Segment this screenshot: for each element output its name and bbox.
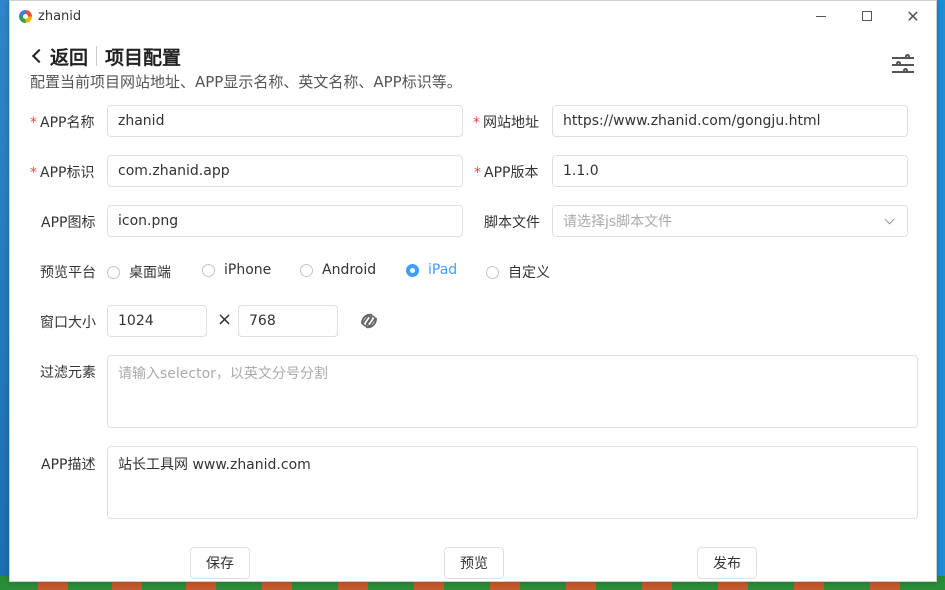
script-file-label: 脚本文件 bbox=[484, 215, 540, 231]
radio-circle-icon bbox=[202, 263, 215, 277]
filter-textarea[interactable]: 请输入selector，以英文分号分割 bbox=[107, 355, 918, 428]
radio-circle-icon bbox=[107, 265, 120, 279]
window-size-label: 窗口大小 bbox=[40, 315, 96, 331]
minimize-button[interactable] bbox=[798, 1, 844, 31]
radio-desktop[interactable]: 桌面端 bbox=[107, 262, 171, 282]
title-bar: zhanid ✕ bbox=[10, 1, 936, 31]
window-width-input[interactable]: 1024 bbox=[107, 305, 207, 337]
times-sign: × bbox=[217, 309, 233, 330]
preview-button[interactable]: 预览 bbox=[444, 547, 504, 579]
radio-iphone[interactable]: iPhone bbox=[202, 262, 271, 278]
website-input[interactable]: https://www.zhanid.com/gongju.html bbox=[552, 105, 908, 137]
script-file-select[interactable]: 请选择js脚本文件 bbox=[552, 205, 908, 237]
filter-label: 过滤元素 bbox=[40, 365, 96, 381]
radio-custom[interactable]: 自定义 bbox=[486, 262, 550, 282]
app-version-input[interactable]: 1.1.0 bbox=[552, 155, 908, 187]
close-button[interactable]: ✕ bbox=[890, 1, 936, 31]
window-controls: ✕ bbox=[798, 1, 936, 31]
description-textarea[interactable]: 站长工具网 www.zhanid.com bbox=[107, 446, 918, 519]
app-icon-input[interactable]: icon.png bbox=[107, 205, 463, 237]
app-id-input[interactable]: com.zhanid.app bbox=[107, 155, 463, 187]
settings-sliders-icon[interactable] bbox=[892, 54, 914, 75]
header-divider bbox=[96, 46, 98, 66]
close-icon: ✕ bbox=[906, 6, 920, 26]
app-name-label: * APP名称 bbox=[30, 115, 95, 131]
back-button[interactable]: 返回 bbox=[30, 43, 88, 70]
app-name-input[interactable]: zhanid bbox=[107, 105, 463, 137]
page-header: 返回 项目配置 配置当前项目网站地址、APP显示名称、英文名称、APP标识等。 bbox=[30, 43, 462, 92]
app-window: zhanid ✕ 返回 项目配置 配置当前项目网站地址、APP显示名称、英文名称… bbox=[9, 0, 937, 582]
radio-android[interactable]: Android bbox=[300, 262, 376, 278]
publish-button[interactable]: 发布 bbox=[697, 547, 757, 579]
chevron-left-icon bbox=[31, 48, 47, 64]
radio-ipad[interactable]: iPad bbox=[406, 262, 457, 278]
app-icon-label: APP图标 bbox=[41, 215, 96, 231]
app-version-label: * APP版本 bbox=[474, 165, 539, 181]
back-label: 返回 bbox=[50, 46, 89, 69]
website-label: * 网站地址 bbox=[473, 115, 539, 131]
swap-dimensions-icon[interactable] bbox=[358, 310, 380, 332]
description-label: APP描述 bbox=[41, 457, 96, 473]
radio-checked-icon bbox=[406, 263, 419, 277]
save-button[interactable]: 保存 bbox=[190, 547, 250, 579]
script-file-placeholder: 请选择js脚本文件 bbox=[563, 214, 673, 230]
page-subtitle: 配置当前项目网站地址、APP显示名称、英文名称、APP标识等。 bbox=[30, 73, 462, 91]
minimize-icon bbox=[816, 15, 826, 17]
maximize-icon bbox=[862, 11, 872, 21]
app-logo-icon bbox=[19, 9, 32, 23]
maximize-button[interactable] bbox=[844, 1, 890, 31]
preview-platform-label: 预览平台 bbox=[40, 265, 96, 281]
chevron-down-icon bbox=[884, 214, 895, 225]
window-height-input[interactable]: 768 bbox=[238, 305, 338, 337]
window-title: zhanid bbox=[38, 8, 82, 24]
radio-circle-icon bbox=[486, 265, 499, 279]
radio-circle-icon bbox=[300, 263, 313, 277]
page-title: 项目配置 bbox=[105, 46, 182, 69]
app-id-label: * APP标识 bbox=[30, 165, 95, 181]
